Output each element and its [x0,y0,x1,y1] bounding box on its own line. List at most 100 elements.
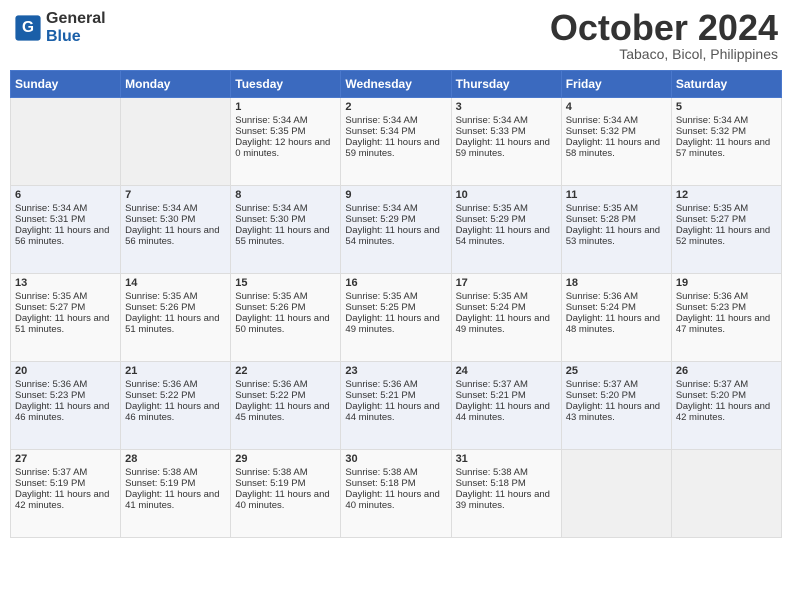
calendar-cell: 25Sunrise: 5:37 AMSunset: 5:20 PMDayligh… [561,362,671,450]
day-info: Sunset: 5:27 PM [15,302,116,313]
calendar-cell: 5Sunrise: 5:34 AMSunset: 5:32 PMDaylight… [671,98,781,186]
day-number: 27 [15,453,116,465]
day-info: Sunrise: 5:37 AM [456,379,557,390]
day-info: Sunset: 5:29 PM [345,214,446,225]
day-info: Sunrise: 5:34 AM [456,115,557,126]
title-block: October 2024 Tabaco, Bicol, Philippines [550,10,778,62]
weekday-header-friday: Friday [561,71,671,98]
day-info: Sunset: 5:30 PM [235,214,336,225]
day-info: Sunset: 5:30 PM [125,214,226,225]
weekday-row: SundayMondayTuesdayWednesdayThursdayFrid… [11,71,782,98]
day-info: Sunset: 5:26 PM [235,302,336,313]
day-info: Sunset: 5:25 PM [345,302,446,313]
calendar-cell: 23Sunrise: 5:36 AMSunset: 5:21 PMDayligh… [341,362,451,450]
day-number: 21 [125,365,226,377]
day-info: Sunset: 5:22 PM [235,390,336,401]
month-title: October 2024 [550,10,778,46]
calendar-cell: 31Sunrise: 5:38 AMSunset: 5:18 PMDayligh… [451,450,561,538]
calendar-cell: 15Sunrise: 5:35 AMSunset: 5:26 PMDayligh… [231,274,341,362]
day-info: Daylight: 11 hours and 47 minutes. [676,313,777,335]
day-info: Daylight: 11 hours and 51 minutes. [15,313,116,335]
calendar-cell: 22 Sunrise: 5:36 AMSunset: 5:22 PMDayligh… [231,362,341,450]
day-info: Daylight: 11 hours and 40 minutes. [345,489,446,511]
day-info: Sunset: 5:19 PM [15,478,116,489]
calendar-cell: 11Sunrise: 5:35 AMSunset: 5:28 PMDayligh… [561,186,671,274]
day-info: Sunrise: 5:35 AM [345,291,446,302]
day-info: Sunset: 5:26 PM [125,302,226,313]
day-number: 2 [345,101,446,113]
calendar-week-2: 6Sunrise: 5:34 AMSunset: 5:31 PMDaylight… [11,186,782,274]
calendar-cell [671,450,781,538]
day-info: Sunrise: 5:34 AM [15,203,116,214]
calendar-cell [11,98,121,186]
logo-icon: G [14,14,42,42]
day-number: 25 [566,365,667,377]
calendar-cell: 14Sunrise: 5:35 AMSunset: 5:26 PMDayligh… [121,274,231,362]
day-info: Sunset: 5:27 PM [676,214,777,225]
calendar-cell: 17Sunrise: 5:35 AMSunset: 5:24 PMDayligh… [451,274,561,362]
day-number: 15 [235,277,336,289]
day-info: Sunset: 5:23 PM [676,302,777,313]
day-number: 14 [125,277,226,289]
calendar-cell: 10Sunrise: 5:35 AMSunset: 5:29 PMDayligh… [451,186,561,274]
calendar-week-1: 1Sunrise: 5:34 AMSunset: 5:35 PMDaylight… [11,98,782,186]
day-number: 22 [235,365,336,377]
location: Tabaco, Bicol, Philippines [550,46,778,62]
day-number: 20 [15,365,116,377]
calendar-week-5: 27Sunrise: 5:37 AMSunset: 5:19 PMDayligh… [11,450,782,538]
day-number: 17 [456,277,557,289]
day-info: Sunrise: 5:38 AM [345,467,446,478]
day-info: Sunrise: 5:34 AM [345,203,446,214]
calendar-cell: 13Sunrise: 5:35 AMSunset: 5:27 PMDayligh… [11,274,121,362]
day-info: Sunrise: 5:36 AM [676,291,777,302]
day-info: Sunrise: 5:38 AM [125,467,226,478]
day-info: Sunset: 5:20 PM [676,390,777,401]
day-info: Daylight: 11 hours and 56 minutes. [125,225,226,247]
day-info: Sunset: 5:29 PM [456,214,557,225]
day-info: Sunset: 5:19 PM [235,478,336,489]
calendar-cell: 1Sunrise: 5:34 AMSunset: 5:35 PMDaylight… [231,98,341,186]
day-info: Sunset: 5:19 PM [125,478,226,489]
calendar-cell: 12Sunrise: 5:35 AMSunset: 5:27 PMDayligh… [671,186,781,274]
calendar-cell: 26 Sunrise: 5:37 AMSunset: 5:20 PMDayligh… [671,362,781,450]
day-number: 13 [15,277,116,289]
calendar-cell: 28Sunrise: 5:38 AMSunset: 5:19 PMDayligh… [121,450,231,538]
day-info: Sunrise: 5:37 AM [566,379,667,390]
weekday-header-saturday: Saturday [671,71,781,98]
day-number: 1 [235,101,336,113]
calendar-table: SundayMondayTuesdayWednesdayThursdayFrid… [10,70,782,538]
day-number: 28 [125,453,226,465]
day-info: Sunrise: 5:35 AM [125,291,226,302]
weekday-header-sunday: Sunday [11,71,121,98]
calendar-cell: 4Sunrise: 5:34 AMSunset: 5:32 PMDaylight… [561,98,671,186]
day-info: Sunrise: 5:34 AM [676,115,777,126]
weekday-header-tuesday: Tuesday [231,71,341,98]
calendar-cell: 18Sunrise: 5:36 AMSunset: 5:24 PMDayligh… [561,274,671,362]
calendar-cell: 8Sunrise: 5:34 AMSunset: 5:30 PMDaylight… [231,186,341,274]
day-number: 30 [345,453,446,465]
day-info: Sunrise: 5:36 AM [345,379,446,390]
day-number: 6 [15,189,116,201]
day-info: Daylight: 11 hours and 54 minutes. [345,225,446,247]
day-info: Sunrise: 5:35 AM [456,291,557,302]
day-number: 26 [676,365,777,377]
day-number: 7 [125,189,226,201]
calendar-cell: 6Sunrise: 5:34 AMSunset: 5:31 PMDaylight… [11,186,121,274]
day-info: Sunrise: 5:37 AM [676,379,777,390]
day-info: Sunrise: 5:36 AM [235,379,336,390]
calendar-body: 1Sunrise: 5:34 AMSunset: 5:35 PMDaylight… [11,98,782,538]
day-info: Daylight: 11 hours and 48 minutes. [566,313,667,335]
calendar-cell: 7 Sunrise: 5:34 AMSunset: 5:30 PMDaylight… [121,186,231,274]
day-info: Sunrise: 5:34 AM [125,203,226,214]
weekday-header-monday: Monday [121,71,231,98]
day-info: Daylight: 11 hours and 42 minutes. [676,401,777,423]
day-info: Daylight: 11 hours and 59 minutes. [456,137,557,159]
calendar-cell: 21Sunrise: 5:36 AMSunset: 5:22 PMDayligh… [121,362,231,450]
day-number: 12 [676,189,777,201]
calendar-cell: 9Sunrise: 5:34 AMSunset: 5:29 PMDaylight… [341,186,451,274]
calendar-cell [121,98,231,186]
day-info: Sunrise: 5:34 AM [345,115,446,126]
day-info: Daylight: 11 hours and 45 minutes. [235,401,336,423]
day-info: Sunset: 5:24 PM [566,302,667,313]
day-info: Sunset: 5:21 PM [345,390,446,401]
